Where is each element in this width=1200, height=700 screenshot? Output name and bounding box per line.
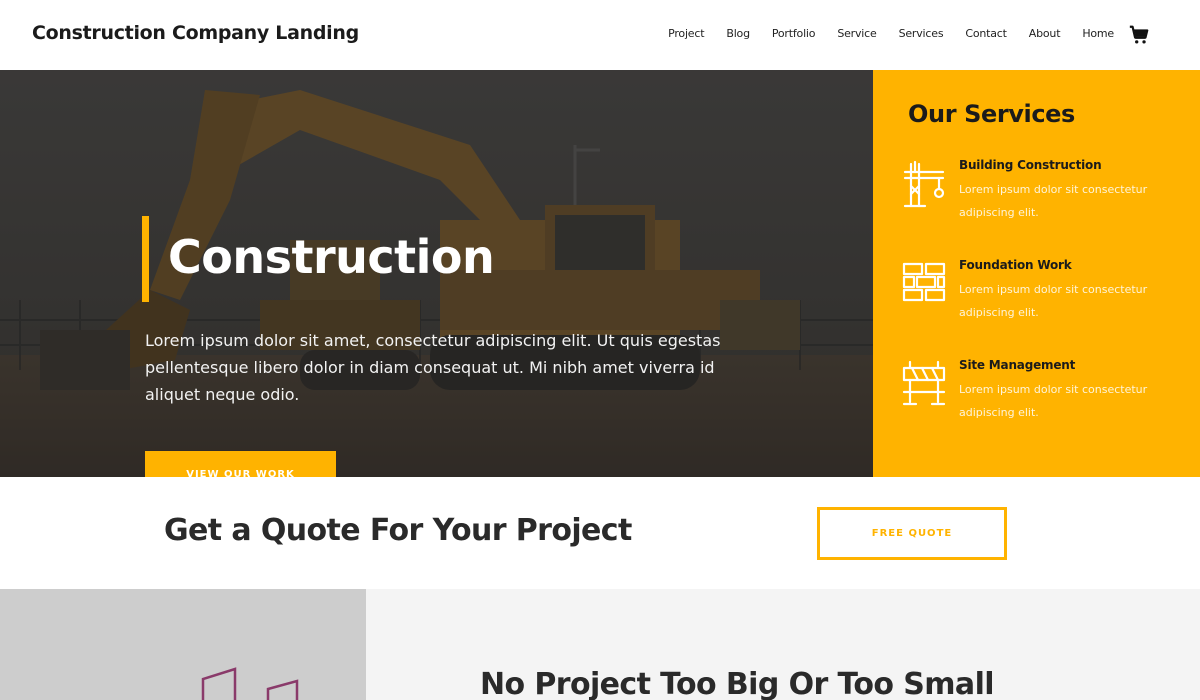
brand-logo[interactable]: Construction Company Landing: [32, 22, 359, 44]
service-item-building-construction[interactable]: Building Construction Lorem ipsum dolor …: [901, 158, 1191, 238]
nav-link-home[interactable]: Home: [1082, 27, 1114, 40]
service-title: Site Management: [959, 358, 1076, 372]
free-quote-button[interactable]: FREE QUOTE: [817, 507, 1007, 560]
service-item-site-management[interactable]: Site Management Lorem ipsum dolor sit co…: [901, 358, 1191, 438]
service-item-foundation-work[interactable]: Foundation Work Lorem ipsum dolor sit co…: [901, 258, 1191, 338]
nav-link-service[interactable]: Service: [837, 27, 876, 40]
site-header: Construction Company Landing Project Blo…: [0, 0, 1200, 70]
nav-link-services[interactable]: Services: [899, 27, 944, 40]
service-description: Lorem ipsum dolor sit consectetur adipis…: [959, 383, 1148, 419]
hero-section: Construction Lorem ipsum dolor sit amet,…: [0, 70, 873, 477]
quote-section: Get a Quote For Your Project FREE QUOTE: [0, 477, 1200, 589]
hero-title: Construction: [168, 230, 495, 284]
bricks-icon: [902, 262, 946, 302]
about-section: No Project Too Big Or Too Small: [0, 589, 1200, 700]
crane-icon: [903, 160, 945, 208]
main-nav: Project Blog Portfolio Service Services …: [646, 27, 1114, 40]
frame-structure-image: [0, 589, 366, 700]
barrier-icon: [902, 360, 946, 406]
hero-accent-bar: [142, 216, 149, 302]
section-title: No Project Too Big Or Too Small: [480, 667, 995, 700]
shopping-cart-icon[interactable]: [1128, 24, 1150, 46]
nav-link-portfolio[interactable]: Portfolio: [772, 27, 816, 40]
nav-link-blog[interactable]: Blog: [726, 27, 750, 40]
hero-description: Lorem ipsum dolor sit amet, consectetur …: [145, 331, 721, 404]
nav-link-project[interactable]: Project: [668, 27, 704, 40]
services-panel: Our Services Building Construction Lorem…: [873, 70, 1200, 477]
quote-title: Get a Quote For Your Project: [164, 513, 632, 548]
nav-link-about[interactable]: About: [1029, 27, 1061, 40]
service-description: Lorem ipsum dolor sit consectetur adipis…: [959, 183, 1148, 219]
nav-link-contact[interactable]: Contact: [965, 27, 1007, 40]
service-description: Lorem ipsum dolor sit consectetur adipis…: [959, 283, 1148, 319]
view-our-work-button[interactable]: VIEW OUR WORK: [145, 451, 336, 477]
services-title: Our Services: [908, 100, 1075, 128]
service-title: Foundation Work: [959, 258, 1072, 272]
service-title: Building Construction: [959, 158, 1102, 172]
